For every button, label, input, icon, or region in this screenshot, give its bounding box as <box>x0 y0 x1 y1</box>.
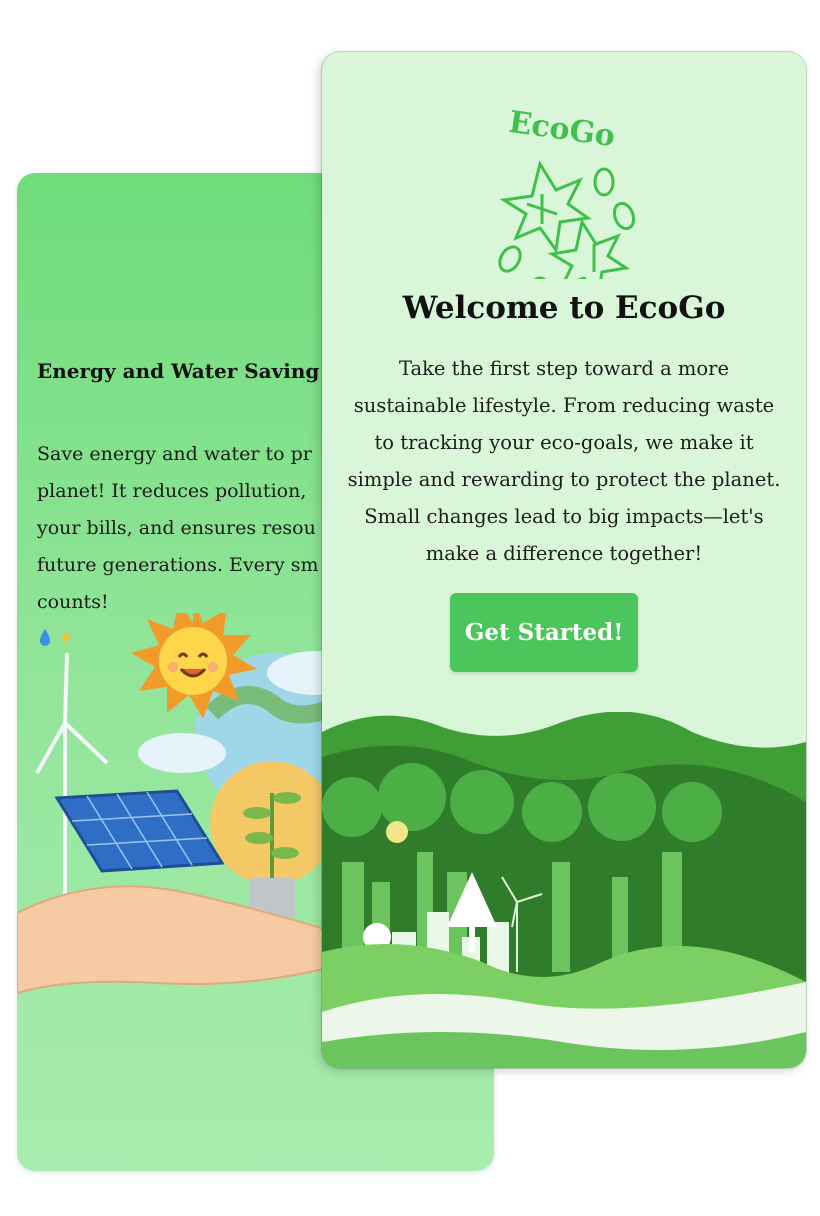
wind-turbine-icon <box>35 652 109 913</box>
leaf-icon <box>593 167 615 197</box>
leaf-icon <box>498 245 522 273</box>
ecogo-logo: EcoGo <box>482 84 642 304</box>
back-screen-title: Energy and Water Saving <box>37 359 320 383</box>
leaf-icon <box>499 160 592 254</box>
leaf-icon <box>612 201 636 231</box>
back-screen-body-text: Save energy and water to pr planet! It r… <box>37 443 319 613</box>
lightbulb-plant-icon <box>210 761 334 918</box>
hand-icon <box>17 885 346 995</box>
solar-panel-icon <box>54 789 225 873</box>
get-started-button[interactable]: Get Started! <box>450 593 638 672</box>
welcome-title: Welcome to EcoGo <box>402 290 726 326</box>
leaf-icon <box>547 218 630 300</box>
eco-city-illustration <box>322 712 806 1068</box>
leaf-icon <box>529 276 551 304</box>
moon-icon <box>386 821 408 843</box>
ecogo-logo-art: EcoGo <box>498 105 636 304</box>
ecogo-logo-text: EcoGo <box>507 105 618 155</box>
welcome-screen-card: EcoGo Welcome to EcoGo Take the first st… <box>322 52 806 1068</box>
welcome-description: Take the first step toward a more sustai… <box>347 357 781 565</box>
